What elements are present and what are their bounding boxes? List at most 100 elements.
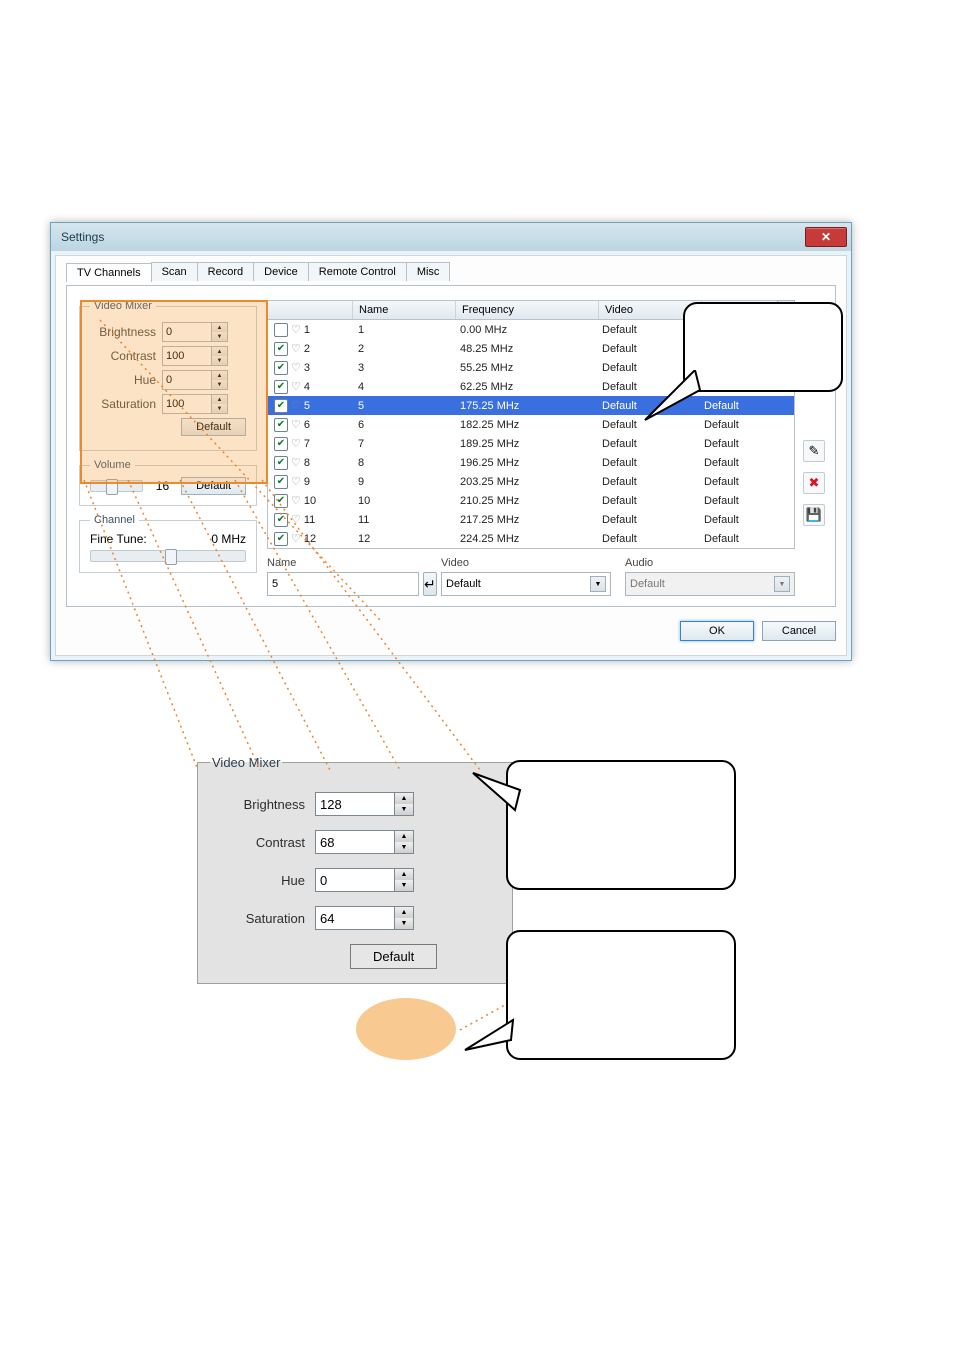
brightness-up[interactable]: ▲ — [212, 323, 227, 332]
saturation-up[interactable]: ▲ — [212, 395, 227, 404]
table-row[interactable]: ✔♡66182.25 MHzDefaultDefault — [268, 415, 794, 434]
row-checkbox[interactable]: ✔ — [274, 418, 288, 432]
detail-video-combo[interactable]: Default ▼ — [441, 572, 611, 596]
zoom-contrast-label: Contrast — [210, 835, 305, 850]
apply-name-button[interactable]: ↵ — [423, 572, 437, 596]
detail-audio-label: Audio — [625, 557, 795, 569]
zoom-brightness-label: Brightness — [210, 797, 305, 812]
row-index: 4 — [304, 381, 310, 393]
table-row[interactable]: ✔♡88196.25 MHzDefaultDefault — [268, 453, 794, 472]
heart-icon[interactable]: ♡ — [291, 361, 301, 374]
video-mixer-legend: Video Mixer — [90, 300, 156, 312]
heart-icon[interactable]: ♡ — [291, 437, 301, 450]
saturation-down[interactable]: ▼ — [212, 404, 227, 413]
row-checkbox[interactable]: ✔ — [274, 437, 288, 451]
table-row[interactable]: ✔♡99203.25 MHzDefaultDefault — [268, 472, 794, 491]
tab-remote-control[interactable]: Remote Control — [308, 262, 407, 281]
ok-button[interactable]: OK — [680, 621, 754, 641]
video-mixer-default-button[interactable]: Default — [181, 418, 246, 436]
zoom-brightness-input[interactable] — [315, 792, 395, 816]
zoom-brightness-down[interactable]: ▼ — [395, 804, 413, 815]
row-checkbox[interactable]: ✔ — [274, 342, 288, 356]
fine-tune-slider[interactable] — [90, 550, 246, 562]
save-list-button[interactable]: 💾 — [803, 504, 825, 526]
detail-fields: Name ↵ Video Default ▼ — [267, 557, 795, 596]
heart-icon[interactable]: ♡ — [291, 513, 301, 526]
row-checkbox[interactable]: ✔ — [274, 361, 288, 375]
heart-icon[interactable]: ♡ — [291, 532, 301, 545]
table-row[interactable]: ✔♡1111217.25 MHzDefaultDefault — [268, 510, 794, 529]
zoom-brightness-up[interactable]: ▲ — [395, 793, 413, 804]
zoom-hue-up[interactable]: ▲ — [395, 869, 413, 880]
edit-channel-button[interactable]: ✎ — [803, 440, 825, 462]
brightness-down[interactable]: ▼ — [212, 332, 227, 341]
row-checkbox[interactable]: ✔ — [274, 323, 288, 337]
heart-icon[interactable]: ♡ — [291, 418, 301, 431]
saturation-input[interactable] — [162, 394, 212, 414]
contrast-up[interactable]: ▲ — [212, 347, 227, 356]
hue-up[interactable]: ▲ — [212, 371, 227, 380]
row-checkbox[interactable]: ✔ — [274, 475, 288, 489]
zoom-contrast-input[interactable] — [315, 830, 395, 854]
detail-audio-combo[interactable]: Default ▼ — [625, 572, 795, 596]
heart-icon[interactable]: ♡ — [291, 494, 301, 507]
row-checkbox[interactable]: ✔ — [274, 494, 288, 508]
header-frequency[interactable]: Frequency — [456, 301, 599, 319]
channel-legend: Channel — [90, 514, 139, 526]
row-name: 3 — [352, 362, 454, 374]
zoom-saturation-up[interactable]: ▲ — [395, 907, 413, 918]
heart-icon[interactable]: ♡ — [291, 380, 301, 393]
row-video: Default — [596, 495, 698, 507]
table-row[interactable]: ✔♡1212224.25 MHzDefaultDefault — [268, 529, 794, 548]
row-video: Default — [596, 400, 698, 412]
row-checkbox[interactable]: ✔ — [274, 532, 288, 546]
tab-misc[interactable]: Misc — [406, 262, 451, 281]
volume-default-button[interactable]: Default — [181, 477, 246, 495]
heart-icon[interactable]: ♡ — [291, 323, 301, 336]
heart-icon[interactable]: ♡ — [291, 456, 301, 469]
row-checkbox[interactable]: ✔ — [274, 399, 288, 413]
zoom-saturation-down[interactable]: ▼ — [395, 918, 413, 929]
hue-down[interactable]: ▼ — [212, 380, 227, 389]
contrast-input[interactable] — [162, 346, 212, 366]
row-checkbox[interactable]: ✔ — [274, 380, 288, 394]
volume-slider[interactable] — [90, 480, 143, 492]
table-row[interactable]: ✔♡77189.25 MHzDefaultDefault — [268, 434, 794, 453]
close-button[interactable]: ✕ — [805, 227, 847, 247]
brightness-input[interactable] — [162, 322, 212, 342]
row-checkbox[interactable]: ✔ — [274, 513, 288, 527]
detail-video-value: Default — [446, 578, 481, 590]
contrast-down[interactable]: ▼ — [212, 356, 227, 365]
zoom-saturation-input[interactable] — [315, 906, 395, 930]
row-name: 5 — [352, 400, 454, 412]
close-icon: ✕ — [821, 230, 831, 244]
zoom-hue-down[interactable]: ▼ — [395, 880, 413, 891]
tab-record[interactable]: Record — [197, 262, 254, 281]
table-row[interactable]: ✔♡1010210.25 MHzDefaultDefault — [268, 491, 794, 510]
volume-legend: Volume — [90, 459, 135, 471]
contrast-label: Contrast — [90, 349, 156, 363]
fine-tune-value: 0 MHz — [211, 532, 246, 546]
zoom-contrast-down[interactable]: ▼ — [395, 842, 413, 853]
tab-device[interactable]: Device — [253, 262, 309, 281]
zoom-hue-input[interactable] — [315, 868, 395, 892]
heart-icon[interactable]: ♡ — [291, 399, 301, 412]
zoom-contrast-up[interactable]: ▲ — [395, 831, 413, 842]
header-name[interactable]: Name — [353, 301, 456, 319]
detail-name-input[interactable] — [267, 572, 419, 596]
heart-icon[interactable]: ♡ — [291, 475, 301, 488]
delete-channel-button[interactable]: ✖ — [803, 472, 825, 494]
row-frequency: 62.25 MHz — [454, 381, 596, 393]
hue-input[interactable] — [162, 370, 212, 390]
tab-tv-channels[interactable]: TV Channels — [66, 263, 152, 282]
heart-icon[interactable]: ♡ — [291, 342, 301, 355]
row-index: 5 — [304, 400, 310, 412]
row-frequency: 224.25 MHz — [454, 533, 596, 545]
table-row[interactable]: ✔♡55175.25 MHzDefaultDefault — [268, 396, 794, 415]
cancel-button[interactable]: Cancel — [762, 621, 836, 641]
settings-window: Settings ✕ TV Channels Scan Record Devic… — [50, 222, 852, 661]
tab-scan[interactable]: Scan — [151, 262, 198, 281]
zoom-default-button[interactable]: Default — [350, 944, 437, 969]
titlebar: Settings ✕ — [51, 223, 851, 251]
row-checkbox[interactable]: ✔ — [274, 456, 288, 470]
